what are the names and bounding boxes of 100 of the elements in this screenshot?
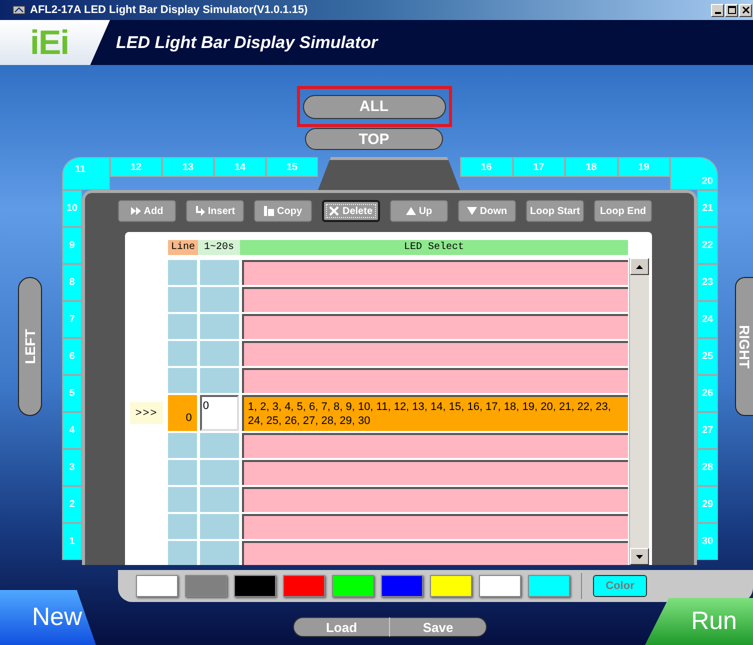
line-cell[interactable] (168, 487, 197, 512)
triangle-down-icon (636, 554, 643, 558)
toolbar-button[interactable]: Insert (186, 200, 244, 222)
line-cell[interactable] (168, 314, 197, 339)
led-cell: 2 (62, 486, 82, 523)
led-cell: 9 (62, 227, 82, 264)
color-swatch[interactable] (234, 575, 276, 597)
toolbar-button[interactable]: Loop End (594, 200, 652, 222)
led-cell: 11 (62, 157, 110, 190)
window-title: AFL2-17A LED Light Bar Display Simulator(V1.0.1.15) (30, 4, 308, 16)
led-select-cell[interactable] (242, 314, 628, 339)
led-cell: 3 (62, 449, 82, 486)
led-cell: 19 (618, 157, 670, 177)
led-cell: 4 (62, 412, 82, 449)
time-cell[interactable] (200, 341, 239, 366)
led-select-cell[interactable] (242, 341, 628, 366)
time-cell[interactable] (200, 260, 239, 285)
led-cell: 25 (697, 338, 718, 375)
toolbar-button[interactable]: Delete (322, 200, 380, 222)
left-button[interactable]: LEFT (18, 277, 42, 416)
line-cell[interactable] (168, 368, 197, 393)
toolbar-button[interactable]: Down (458, 200, 516, 222)
led-cell: 27 (697, 412, 718, 449)
led-select-cell[interactable] (242, 460, 628, 485)
right-button[interactable]: RIGHT (735, 277, 753, 416)
line-cell[interactable] (168, 341, 197, 366)
color-button[interactable]: Color (593, 575, 647, 597)
led-cell: 13 (162, 157, 214, 177)
scroll-up-button[interactable] (630, 258, 649, 275)
top-button[interactable]: TOP (305, 128, 443, 150)
new-button[interactable]: New (0, 590, 96, 645)
led-select-cell[interactable] (242, 368, 628, 393)
toolbar-button[interactable]: Loop Start (526, 200, 584, 222)
led-cell: 26 (697, 375, 718, 412)
led-cell: 15 (266, 157, 318, 177)
time-cell[interactable] (200, 368, 239, 393)
led-cell: 10 (62, 190, 82, 227)
time-cell[interactable] (200, 541, 239, 565)
maximize-button[interactable] (725, 4, 738, 16)
led-cell: 7 (62, 301, 82, 338)
led-select-cell[interactable] (242, 260, 628, 285)
column-header: 1~20s (198, 240, 240, 255)
double-triangle-icon (130, 206, 141, 216)
color-swatch[interactable] (332, 575, 374, 597)
scrollbar[interactable] (629, 258, 649, 565)
led-cell: 14 (214, 157, 266, 177)
led-select-cell[interactable]: 1, 2, 3, 4, 5, 6, 7, 8, 9, 10, 11, 12, 13, 14, 15, 16, 17, 18, 19, 20, 21, 22, 23, 24, 25, 26, 27, 28, 29, 30 (242, 395, 628, 431)
triangle-up-icon (636, 264, 643, 268)
led-cell: 17 (512, 157, 565, 177)
led-cell: 18 (565, 157, 618, 177)
led-cell: 23 (697, 264, 718, 301)
led-cell: 21 (697, 190, 718, 227)
time-cell[interactable] (200, 460, 239, 485)
line-cell[interactable] (168, 514, 197, 539)
line-cell[interactable]: 0 (168, 395, 197, 431)
close-button[interactable] (739, 4, 752, 16)
run-button[interactable]: Run (645, 598, 753, 645)
line-cell[interactable] (168, 433, 197, 458)
led-cell: 22 (697, 227, 718, 264)
time-cell[interactable] (200, 433, 239, 458)
logo: iEi (30, 26, 69, 60)
led-cell: 1 (62, 523, 82, 560)
color-swatch[interactable] (283, 575, 325, 597)
app-icon (12, 4, 26, 16)
close-icon (742, 6, 750, 14)
led-cell: 29 (697, 486, 718, 523)
toolbar-button[interactable]: Add (118, 200, 176, 222)
all-button[interactable]: ALL (302, 94, 446, 118)
led-select-cell[interactable] (242, 541, 628, 565)
led-select-cell[interactable] (242, 487, 628, 512)
toolbar-button[interactable]: Up (390, 200, 448, 222)
time-cell[interactable] (200, 514, 239, 539)
color-swatch[interactable] (479, 575, 521, 597)
load-button[interactable]: Load (293, 617, 390, 637)
time-cell[interactable] (200, 487, 239, 512)
minimize-button[interactable] (711, 4, 724, 16)
app-title: LED Light Bar Display Simulator (116, 32, 378, 52)
led-select-cell[interactable] (242, 433, 628, 458)
line-cell[interactable] (168, 541, 197, 565)
line-cell[interactable] (168, 460, 197, 485)
time-input[interactable]: 0 (200, 395, 239, 431)
time-cell[interactable] (200, 314, 239, 339)
time-cell[interactable] (200, 287, 239, 312)
color-swatch[interactable] (430, 575, 472, 597)
toolbar-button[interactable]: Copy (254, 200, 312, 222)
copy-icon (264, 206, 274, 216)
color-swatch[interactable] (528, 575, 570, 597)
line-cell[interactable] (168, 287, 197, 312)
led-select-cell[interactable] (242, 287, 628, 312)
turn-arrow-icon (194, 206, 205, 216)
scroll-down-button[interactable] (630, 548, 649, 565)
led-cell: 24 (697, 301, 718, 338)
color-swatch[interactable] (381, 575, 423, 597)
line-cell[interactable] (168, 260, 197, 285)
column-header: Line (168, 240, 198, 255)
led-cell: 5 (62, 375, 82, 412)
led-select-cell[interactable] (242, 514, 628, 539)
color-swatch[interactable] (136, 575, 178, 597)
save-button[interactable]: Save (390, 617, 487, 637)
color-swatch[interactable] (185, 575, 227, 597)
